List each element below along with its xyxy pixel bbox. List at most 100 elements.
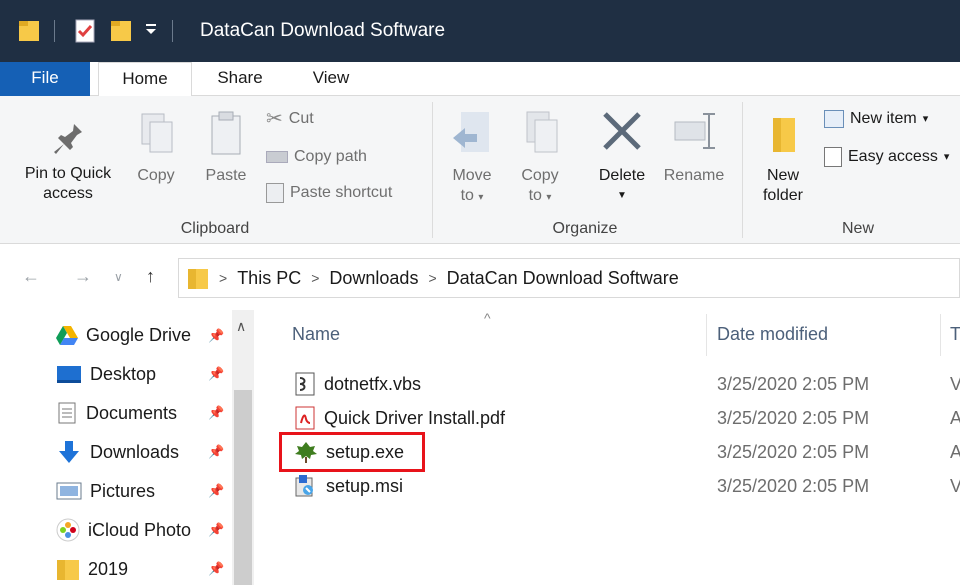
- scroll-up-icon[interactable]: ∧: [236, 318, 246, 335]
- nav-item-downloads[interactable]: Downloads: [56, 437, 179, 467]
- copy-to-button[interactable]: Copy to ▾: [512, 108, 568, 208]
- pin-icon[interactable]: 📌: [208, 328, 224, 344]
- paste-shortcut-icon: [266, 183, 284, 203]
- ribbon: Pin to Quick access Copy Paste ✂ Cut Cop…: [0, 96, 960, 244]
- folder-icon[interactable]: [18, 18, 40, 44]
- copy-path-label: Copy path: [294, 148, 367, 165]
- forward-arrow-icon[interactable]: →: [74, 266, 92, 287]
- up-arrow-icon[interactable]: ↑: [146, 266, 155, 287]
- tab-home[interactable]: Home: [98, 62, 192, 97]
- nav-label: Desktop: [90, 363, 157, 384]
- msi-installer-icon: [295, 475, 313, 497]
- nav-item-2019[interactable]: 2019: [56, 554, 128, 584]
- nav-label: 2019: [88, 558, 129, 579]
- new-folder-button[interactable]: New folder: [752, 108, 814, 206]
- pin-icon[interactable]: 📌: [208, 444, 224, 460]
- paste-button[interactable]: Paste: [198, 108, 254, 186]
- nav-item-icloud-photo[interactable]: iCloud Photo: [56, 515, 191, 545]
- paste-shortcut-label: Paste shortcut: [290, 184, 393, 201]
- tab-view[interactable]: View: [296, 62, 366, 96]
- breadcrumb-separator-icon[interactable]: >: [311, 270, 319, 286]
- navigation-pane: Google Drive Desktop Documents Downloads…: [0, 310, 258, 585]
- group-separator: [432, 102, 433, 238]
- new-item-icon: [824, 110, 844, 128]
- pictures-icon: [56, 482, 82, 500]
- pin-icon[interactable]: 📌: [208, 366, 224, 382]
- file-row[interactable]: Quick Driver Install.pdf 3/25/2020 2:05 …: [262, 402, 960, 434]
- new-item-button[interactable]: New item ▾: [824, 108, 928, 130]
- file-type: A: [950, 408, 960, 428]
- move-to-button[interactable]: Move to ▾: [442, 108, 502, 208]
- breadcrumb-this-pc[interactable]: This PC: [237, 268, 301, 289]
- file-date: 3/25/2020 2:05 PM: [717, 374, 870, 394]
- rename-button[interactable]: Rename: [658, 108, 730, 186]
- file-name: setup.msi: [326, 475, 404, 496]
- file-row[interactable]: setup.msi 3/25/2020 2:05 PM V: [262, 470, 960, 502]
- column-header-date-modified[interactable]: Date modified: [717, 324, 828, 352]
- nav-item-desktop[interactable]: Desktop: [56, 359, 156, 389]
- nav-item-documents[interactable]: Documents: [56, 398, 177, 428]
- move-to-line2: to: [460, 187, 474, 204]
- tab-share[interactable]: Share: [202, 62, 278, 96]
- nav-label: iCloud Photo: [88, 519, 192, 540]
- copy-path-button[interactable]: Copy path: [266, 146, 367, 168]
- column-header-type[interactable]: T: [950, 324, 960, 352]
- downloads-icon: [59, 441, 79, 463]
- breadcrumb-current-folder[interactable]: DataCan Download Software: [447, 268, 679, 289]
- cut-button[interactable]: ✂ Cut: [266, 108, 314, 130]
- scissors-icon: ✂: [266, 108, 283, 130]
- desktop-icon: [57, 366, 81, 383]
- organize-group-label: Organize: [552, 220, 618, 237]
- customize-dropdown-icon[interactable]: [144, 22, 158, 48]
- nav-label: Documents: [86, 402, 178, 423]
- window-title: DataCan Download Software: [200, 20, 446, 41]
- pin-to-quick-access-button[interactable]: Pin to Quick access: [12, 118, 124, 204]
- documents-icon: [58, 402, 76, 424]
- easy-access-button[interactable]: Easy access ▾: [824, 146, 949, 168]
- file-date: 3/25/2020 2:05 PM: [717, 476, 870, 496]
- pin-label-line1: Pin to Quick: [24, 165, 112, 182]
- sort-ascending-icon: ^: [484, 310, 491, 326]
- nav-item-pictures[interactable]: Pictures: [56, 476, 155, 506]
- easy-access-icon: [824, 147, 842, 167]
- pin-icon[interactable]: 📌: [208, 405, 224, 421]
- pin-icon[interactable]: 📌: [208, 483, 224, 499]
- paste-icon: [211, 111, 241, 155]
- column-divider[interactable]: [940, 314, 941, 356]
- icloud-photo-icon: [56, 518, 80, 542]
- nav-item-google-drive[interactable]: Google Drive: [56, 320, 191, 350]
- rename-icon: [674, 113, 715, 149]
- pin-label-line2: access: [43, 185, 93, 202]
- tab-file[interactable]: File: [0, 62, 90, 96]
- title-bar: DataCan Download Software: [0, 0, 960, 62]
- highlight-box: [279, 432, 425, 472]
- group-separator: [742, 102, 743, 238]
- delete-button[interactable]: Delete ▼: [592, 108, 652, 206]
- nav-scrollbar-thumb[interactable]: [234, 390, 252, 585]
- file-type: A: [950, 442, 960, 462]
- new-folder-icon[interactable]: [110, 18, 132, 44]
- copy-button[interactable]: Copy: [130, 108, 182, 186]
- paste-label: Paste: [205, 167, 247, 184]
- recent-locations-chevron-icon[interactable]: ∨: [114, 270, 123, 284]
- properties-icon[interactable]: [74, 18, 96, 44]
- column-header-name[interactable]: Name: [292, 324, 340, 352]
- pin-icon: [54, 124, 82, 154]
- pin-icon[interactable]: 📌: [208, 561, 224, 577]
- new-folder-icon: [773, 118, 795, 152]
- separator: [54, 20, 55, 42]
- breadcrumb-downloads[interactable]: Downloads: [329, 268, 418, 289]
- file-name: dotnetfx.vbs: [324, 373, 422, 394]
- chevron-down-icon: ▾: [922, 113, 929, 125]
- breadcrumb-separator-icon[interactable]: >: [428, 270, 436, 286]
- new-group-label: New: [841, 220, 874, 237]
- pin-icon[interactable]: 📌: [208, 522, 224, 538]
- column-divider[interactable]: [706, 314, 707, 356]
- chevron-down-icon: ▾: [546, 192, 552, 203]
- paste-shortcut-button[interactable]: Paste shortcut: [266, 182, 392, 204]
- file-row[interactable]: dotnetfx.vbs 3/25/2020 2:05 PM V: [262, 368, 960, 400]
- address-bar[interactable]: > This PC > Downloads > DataCan Download…: [178, 258, 960, 298]
- copy-to-line1: Copy: [521, 167, 559, 184]
- chevron-down-icon: ▼: [617, 190, 627, 201]
- back-arrow-icon[interactable]: ←: [22, 266, 40, 287]
